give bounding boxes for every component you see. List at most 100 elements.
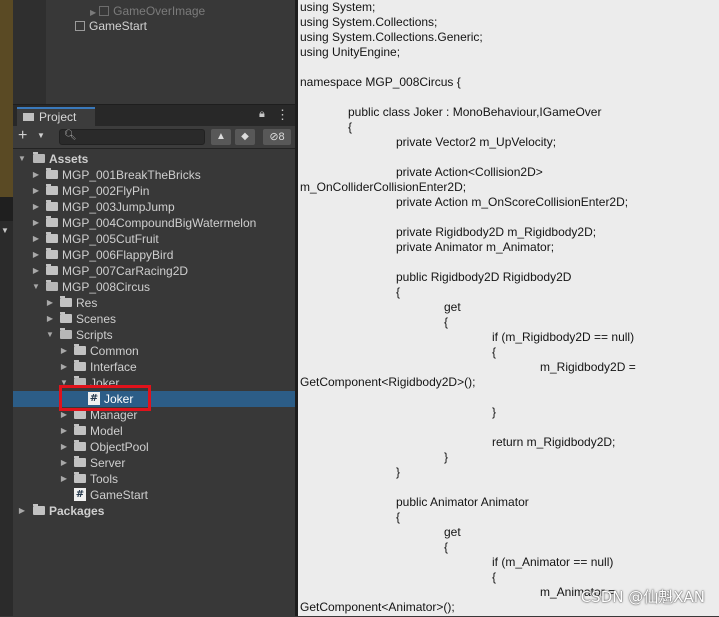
tree-item-mgp-002[interactable]: ▶ MGP_002FlyPin [13, 183, 295, 199]
expand-arrow-icon[interactable]: ▶ [59, 455, 69, 471]
hierarchy-item-gameoverimage[interactable]: ▶ GameOverImage [90, 3, 205, 19]
expand-arrow-icon[interactable]: ▶ [31, 215, 41, 231]
expand-arrow-icon[interactable]: ▶ [31, 199, 41, 215]
folder-icon [46, 216, 58, 227]
folder-icon [46, 168, 58, 179]
filter-by-type-button[interactable]: ▲ [211, 129, 231, 145]
folder-icon [46, 248, 58, 259]
hierarchy-item-gamestart[interactable]: GameStart [75, 18, 147, 34]
gameobject-icon [99, 6, 110, 16]
tree-item-label: GameStart [90, 488, 149, 502]
code-line: using System.Collections; [300, 15, 438, 29]
expand-arrow-icon[interactable]: ▶ [17, 503, 27, 519]
tree-item-scenes[interactable]: ▶ Scenes [13, 311, 295, 327]
tab-project[interactable]: Project [17, 107, 95, 126]
expand-arrow-icon[interactable]: ▶ [31, 167, 41, 183]
tab-project-label: Project [39, 110, 77, 124]
expand-arrow-icon[interactable]: ▼ [31, 279, 41, 295]
folder-open-icon [60, 328, 72, 339]
code-line: { [444, 315, 449, 329]
add-button[interactable]: + [18, 128, 27, 144]
tree-item-model[interactable]: ▶ Model [13, 423, 295, 439]
tree-item-label: Scripts [76, 328, 113, 342]
more-options-icon[interactable]: ⋮ [276, 107, 289, 123]
tree-item-label: MGP_008Circus [62, 280, 151, 294]
tree-item-assets[interactable]: ▼ Assets [13, 151, 295, 167]
tree-item-mgp-005[interactable]: ▶ MGP_005CutFruit [13, 231, 295, 247]
expand-arrow-icon[interactable]: ▶ [31, 183, 41, 199]
expand-arrow-icon[interactable]: ▶ [59, 343, 69, 359]
tree-item-joker-folder[interactable]: ▼ Joker [13, 375, 295, 391]
hidden-packages-toggle[interactable]: ⊘8 [263, 129, 291, 145]
project-toolbar: + ▼ 🔍︎ ▲ ◆ ⊘8 [13, 126, 295, 149]
tree-item-gamestart-script[interactable]: # GameStart [13, 487, 295, 503]
tree-item-mgp-007[interactable]: ▶ MGP_007CarRacing2D [13, 263, 295, 279]
expand-arrow-icon[interactable]: ▶ [59, 439, 69, 455]
tree-item-joker-script[interactable]: # Joker [13, 391, 295, 407]
tree-item-server[interactable]: ▶ Server [13, 455, 295, 471]
search-icon: 🔍︎ [64, 130, 77, 141]
code-line: public Animator Animator [396, 495, 529, 509]
expand-arrow-icon[interactable]: ▶ [59, 423, 69, 439]
scene-view-bar [0, 197, 13, 221]
project-tab-bar: Project 🔒︎ ⋮ [13, 105, 295, 126]
hierarchy-item-label: GameOverImage [113, 4, 206, 18]
tree-item-label: ObjectPool [90, 440, 149, 454]
folder-icon [74, 456, 86, 467]
tree-item-tools[interactable]: ▶ Tools [13, 471, 295, 487]
code-line: namespace MGP_008Circus { [300, 75, 461, 89]
chevron-down-icon[interactable]: ▼ [37, 131, 45, 140]
expand-arrow-icon[interactable]: ▶ [45, 311, 55, 327]
code-line: using UnityEngine; [300, 45, 401, 59]
tree-item-mgp-008[interactable]: ▼ MGP_008Circus [13, 279, 295, 295]
tree-item-mgp-001[interactable]: ▶ MGP_001BreakTheBricks [13, 167, 295, 183]
folder-icon [46, 200, 58, 211]
tree-item-res[interactable]: ▶ Res [13, 295, 295, 311]
folder-icon [74, 344, 86, 355]
dropdown-arrow-icon[interactable]: ▼ [1, 226, 9, 235]
expand-arrow-icon[interactable]: ▶ [31, 231, 41, 247]
scene-view-preview [0, 0, 13, 197]
expand-arrow-icon[interactable]: ▼ [17, 151, 27, 167]
hierarchy-gutter [13, 0, 46, 104]
code-line: private Animator m_Animator; [396, 240, 555, 254]
expand-arrow-icon[interactable]: ▶ [31, 247, 41, 263]
tree-item-packages[interactable]: ▶ Packages [13, 503, 295, 519]
folder-icon [74, 440, 86, 451]
tree-item-label: MGP_001BreakTheBricks [62, 168, 201, 182]
tree-item-label: MGP_002FlyPin [62, 184, 150, 198]
tree-item-scripts[interactable]: ▼ Scripts [13, 327, 295, 343]
expand-arrow-icon[interactable]: ▶ [90, 8, 96, 17]
tree-item-objectpool[interactable]: ▶ ObjectPool [13, 439, 295, 455]
code-view: using System; using System.Collections; … [298, 0, 719, 616]
expand-arrow-icon[interactable]: ▶ [45, 295, 55, 311]
code-line: } [492, 405, 497, 419]
folder-icon [60, 296, 72, 307]
expand-arrow-icon[interactable]: ▶ [31, 263, 41, 279]
tree-item-interface[interactable]: ▶ Interface [13, 359, 295, 375]
tree-item-mgp-004[interactable]: ▶ MGP_004CompoundBigWatermelon [13, 215, 295, 231]
folder-icon [60, 312, 72, 323]
tree-item-manager[interactable]: ▶ Manager [13, 407, 295, 423]
tree-item-label: Packages [49, 504, 105, 518]
expand-arrow-icon[interactable]: ▶ [59, 471, 69, 487]
search-input[interactable]: 🔍︎ [59, 129, 205, 145]
watermark: CSDN @仙魁XAN [580, 588, 705, 606]
lock-icon[interactable]: 🔒︎ [259, 108, 265, 121]
folder-icon [46, 184, 58, 195]
code-line: public Rigidbody2D Rigidbody2D [396, 270, 572, 284]
expand-arrow-icon[interactable]: ▶ [59, 359, 69, 375]
tree-item-label: MGP_007CarRacing2D [62, 264, 189, 278]
code-line: { [396, 285, 401, 299]
code-line: GetComponent<Rigidbody2D>(); [300, 375, 476, 389]
tree-item-mgp-006[interactable]: ▶ MGP_006FlappyBird [13, 247, 295, 263]
code-line: public class Joker : MonoBehaviour,IGame… [348, 105, 602, 119]
expand-arrow-icon[interactable]: ▼ [45, 327, 55, 343]
tree-item-common[interactable]: ▶ Common [13, 343, 295, 359]
code-line: m_OnColliderCollisionEnter2D; [300, 180, 467, 194]
csharp-script-icon: # [74, 488, 86, 501]
code-line: private Action m_OnScoreCollisionEnter2D… [396, 195, 629, 209]
code-line: { [444, 540, 449, 554]
tree-item-mgp-003[interactable]: ▶ MGP_003JumpJump [13, 199, 295, 215]
filter-by-label-button[interactable]: ◆ [235, 129, 255, 145]
